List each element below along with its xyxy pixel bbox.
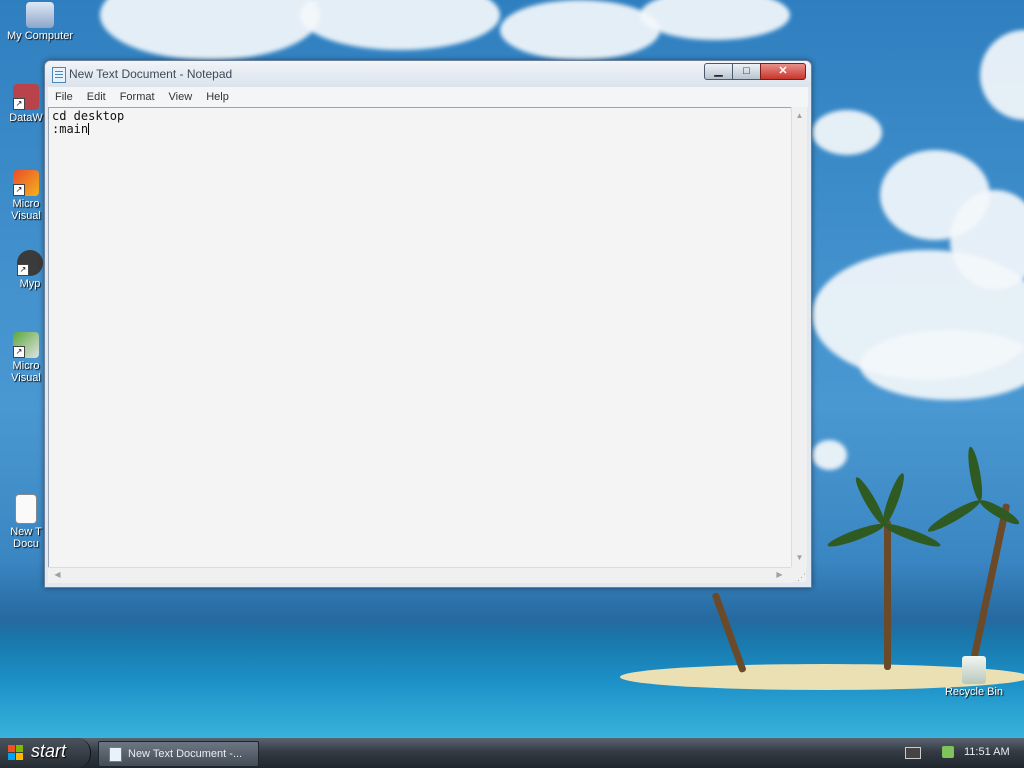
cloud bbox=[640, 0, 790, 40]
computer-icon bbox=[26, 2, 54, 28]
palm-trunk bbox=[884, 520, 891, 670]
palm-trunk bbox=[711, 591, 747, 674]
maximize-button[interactable]: □ bbox=[732, 63, 761, 80]
cloud bbox=[860, 330, 1024, 400]
palm-leaf bbox=[965, 445, 985, 502]
text-line: :main bbox=[52, 122, 89, 136]
text-editor[interactable]: cd desktop :main bbox=[48, 107, 791, 567]
desktop-icon-label: Recycle Bin bbox=[944, 686, 1004, 698]
cloud bbox=[500, 0, 660, 60]
windows-logo-icon bbox=[8, 745, 24, 761]
text-document-icon bbox=[15, 494, 37, 524]
horizontal-scrollbar[interactable]: ◀ ▶ bbox=[48, 567, 791, 583]
system-tray: 11:51 AM bbox=[896, 738, 1024, 768]
app-icon: ↗ bbox=[17, 250, 43, 276]
clock[interactable]: 11:51 AM bbox=[964, 746, 1010, 758]
app-icon: ↗ bbox=[13, 170, 39, 196]
scroll-right-arrow-icon[interactable]: ▶ bbox=[772, 570, 787, 580]
menu-view[interactable]: View bbox=[162, 87, 200, 107]
menu-help[interactable]: Help bbox=[199, 87, 236, 107]
close-button[interactable]: ✕ bbox=[760, 63, 806, 80]
scroll-left-arrow-icon[interactable]: ◀ bbox=[50, 570, 65, 580]
vertical-scrollbar[interactable]: ▲ ▼ bbox=[791, 107, 807, 567]
window-title: New Text Document - Notepad bbox=[69, 67, 233, 81]
menu-edit[interactable]: Edit bbox=[80, 87, 113, 107]
cloud bbox=[812, 110, 882, 155]
taskbar-item-label: New Text Document -... bbox=[128, 748, 243, 760]
notepad-window[interactable]: New Text Document - Notepad ▁ □ ✕ File E… bbox=[44, 60, 812, 588]
text-caret bbox=[88, 123, 90, 135]
notepad-icon bbox=[109, 747, 122, 762]
menu-file[interactable]: File bbox=[48, 87, 80, 107]
window-controls: ▁ □ ✕ bbox=[704, 63, 806, 80]
scroll-up-arrow-icon[interactable]: ▲ bbox=[792, 111, 807, 121]
text-line: cd desktop bbox=[52, 109, 125, 123]
app-icon: ↗ bbox=[13, 84, 39, 110]
start-label: start bbox=[31, 741, 67, 761]
desktop-icon-label: My Computer bbox=[6, 30, 74, 42]
resize-grip-icon[interactable]: ⋰ bbox=[791, 567, 806, 582]
notepad-icon bbox=[52, 67, 66, 83]
title-bar[interactable]: New Text Document - Notepad ▁ □ ✕ bbox=[45, 61, 811, 87]
cloud bbox=[812, 440, 847, 470]
cloud bbox=[100, 0, 320, 60]
menu-format[interactable]: Format bbox=[113, 87, 162, 107]
cloud bbox=[980, 30, 1024, 120]
text-line-with-caret: :main bbox=[52, 123, 788, 136]
cloud bbox=[300, 0, 500, 50]
taskbar-item-notepad[interactable]: New Text Document -... bbox=[98, 741, 259, 767]
network-icon[interactable] bbox=[942, 746, 954, 758]
desktop-icon-my-computer[interactable]: My Computer bbox=[2, 2, 78, 42]
scroll-down-arrow-icon[interactable]: ▼ bbox=[792, 553, 807, 563]
palm-trunk bbox=[968, 502, 1011, 671]
keyboard-icon[interactable] bbox=[905, 747, 921, 759]
recycle-bin-icon bbox=[962, 656, 986, 684]
palm-leaf bbox=[825, 520, 886, 551]
taskbar: start New Text Document -... 11:51 AM bbox=[0, 738, 1024, 768]
app-icon: ↗ bbox=[13, 332, 39, 358]
minimize-button[interactable]: ▁ bbox=[704, 63, 733, 80]
start-button[interactable]: start bbox=[0, 738, 91, 768]
palm-leaf bbox=[852, 474, 889, 528]
menu-bar: File Edit Format View Help bbox=[48, 87, 808, 107]
desktop-icon-recycle-bin[interactable]: Recycle Bin bbox=[936, 656, 1012, 698]
palm-leaf bbox=[925, 496, 983, 536]
